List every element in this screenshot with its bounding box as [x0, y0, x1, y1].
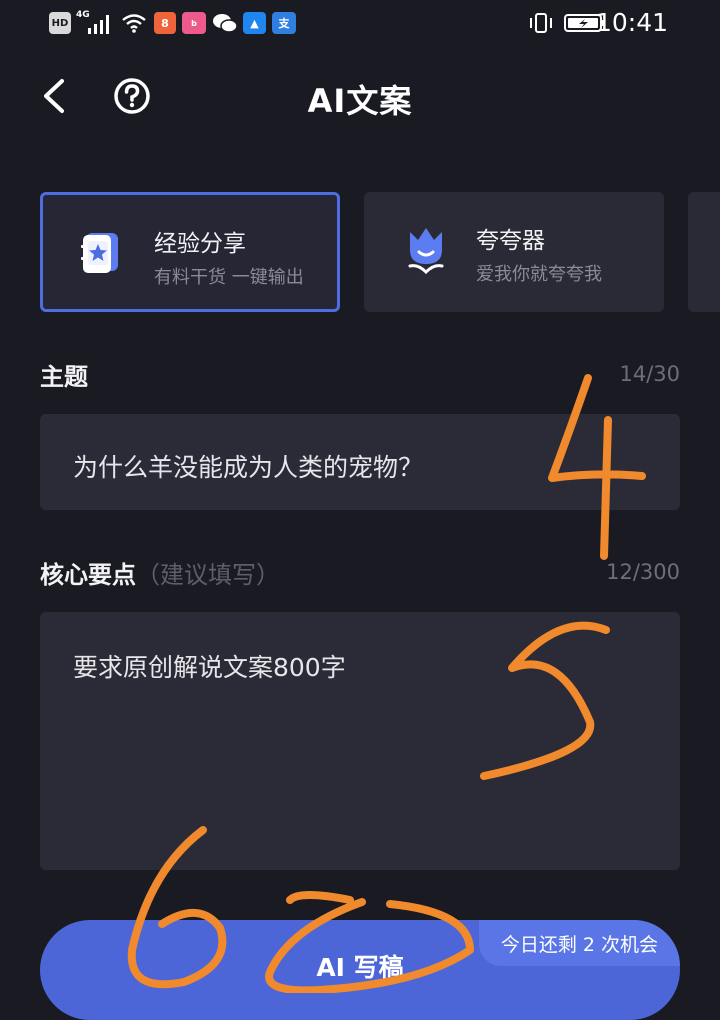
wifi-icon: [120, 12, 148, 34]
topic-input[interactable]: 为什么羊没能成为人类的宠物？: [40, 414, 680, 510]
card-praise[interactable]: 夸夸器 爱我你就夸夸我: [364, 192, 664, 312]
card-title: 经验分享: [154, 231, 246, 257]
status-bar: HD 4G 8 b ▲ 支 10:41: [0, 0, 720, 50]
card-subtitle: 爱我你就夸夸我: [476, 264, 602, 285]
key-points-counter: 12/300: [606, 560, 680, 584]
wechat-icon: [212, 12, 238, 34]
signal-icon: 4G: [76, 10, 116, 34]
key-points-hint: （建议填写）: [136, 561, 280, 589]
status-time: 10:41: [595, 8, 668, 37]
alipay-icon: 支: [272, 12, 296, 34]
bilibili-icon: b: [182, 12, 206, 34]
topic-input-text: 为什么羊没能成为人类的宠物？: [73, 453, 424, 482]
topic-counter: 14/30: [619, 362, 680, 386]
key-points-label: 核心要点（建议填写）: [40, 555, 280, 590]
hd-icon: HD: [49, 12, 71, 34]
key-points-title: 核心要点: [40, 561, 136, 589]
notebook-star-icon: [81, 233, 118, 273]
key-points-text: 要求原创解说文案800字: [73, 653, 346, 682]
card-subtitle: 有料干货 一键输出: [154, 267, 304, 288]
flower-icon: [408, 228, 444, 275]
vibrate-icon: [528, 12, 554, 34]
app-icon: 8: [154, 12, 176, 34]
card-experience-share[interactable]: 经验分享 有料干货 一键输出: [40, 192, 340, 312]
key-points-textarea[interactable]: 要求原创解说文案800字: [40, 612, 680, 870]
card-title: 夸夸器: [476, 228, 545, 254]
card-partial[interactable]: [688, 192, 720, 312]
ai-write-button[interactable]: AI 写稿 今日还剩 2 次机会: [40, 920, 680, 1020]
topic-label: 主题: [40, 363, 88, 391]
app-icon: ▲: [243, 12, 266, 34]
remaining-badge: 今日还剩 2 次机会: [478, 920, 680, 966]
page-title: AI文案: [307, 82, 413, 120]
